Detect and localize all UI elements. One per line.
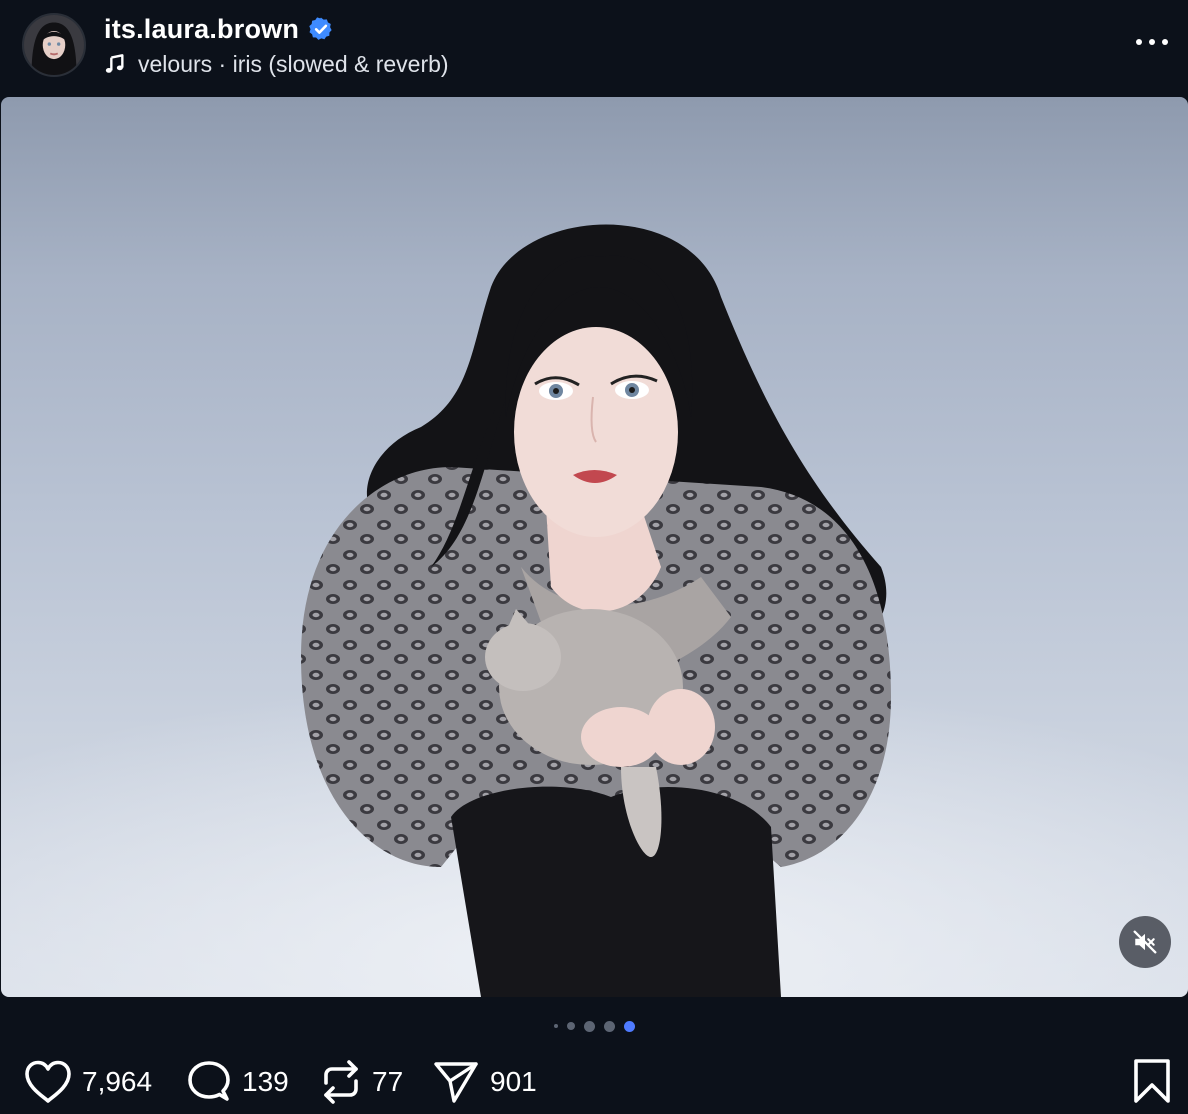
post-photo — [1, 224, 1188, 997]
post-header: its.laura.brown velours · iris (slowed &… — [0, 0, 1188, 96]
share-button[interactable]: 901 — [432, 1056, 537, 1108]
carousel-dot — [566, 1022, 575, 1030]
audio-row[interactable]: velours · iris (slowed & reverb) — [104, 48, 449, 80]
carousel-dot-active — [623, 1020, 635, 1032]
carousel-dot — [583, 1020, 595, 1032]
action-bar: 7,964 139 77 901 — [0, 1056, 1188, 1108]
muted-speaker-icon — [1133, 930, 1157, 954]
repost-button[interactable]: 77 — [320, 1056, 403, 1108]
bookmark-icon — [1134, 1059, 1170, 1103]
username[interactable]: its.laura.brown — [104, 14, 299, 45]
send-paper-plane-icon — [434, 1062, 478, 1103]
more-options-icon — [1136, 39, 1142, 45]
carousel-dot — [603, 1020, 615, 1032]
username-row: its.laura.brown — [104, 12, 334, 46]
comment-button[interactable]: 139 — [186, 1056, 289, 1108]
repost-count: 77 — [372, 1066, 404, 1097]
verified-badge-icon — [309, 17, 332, 40]
heart-icon — [25, 1060, 71, 1103]
carousel-dot — [553, 1024, 558, 1028]
comment-bubble-icon — [188, 1061, 230, 1101]
carousel-indicator — [0, 1018, 1188, 1034]
avatar[interactable] — [22, 13, 86, 77]
avatar-image — [24, 15, 84, 75]
music-note-icon — [105, 54, 124, 73]
comment-count: 139 — [242, 1066, 289, 1097]
more-options-button[interactable] — [1132, 28, 1172, 56]
audio-track-label: velours · iris (slowed & reverb) — [138, 50, 449, 77]
mute-button[interactable] — [1119, 916, 1171, 968]
repost-icon — [324, 1060, 358, 1104]
share-count: 901 — [490, 1066, 537, 1097]
post-media[interactable] — [1, 97, 1188, 997]
like-button[interactable]: 7,964 — [24, 1056, 152, 1108]
bookmark-button[interactable] — [1132, 1058, 1172, 1104]
like-count: 7,964 — [82, 1066, 153, 1097]
